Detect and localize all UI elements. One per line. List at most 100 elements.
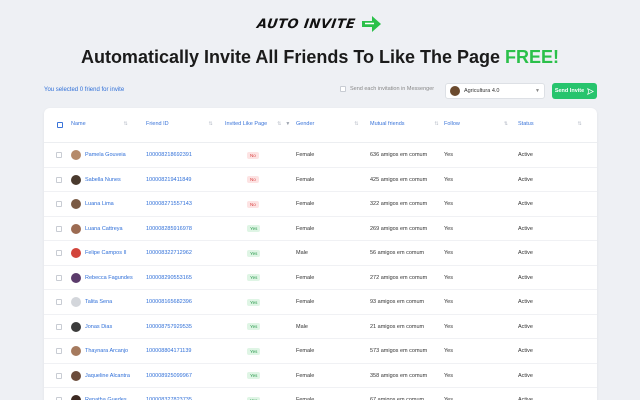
- column-header-follow[interactable]: Follow ⇅: [444, 121, 508, 127]
- send-invite-label: Send Invite: [554, 88, 585, 94]
- column-header-status[interactable]: Status ⇅: [518, 121, 582, 127]
- column-header-mutual[interactable]: Mutual friends ⇅: [370, 121, 439, 127]
- gender-cell: Male: [296, 250, 308, 257]
- friend-id-link[interactable]: 100008271557143: [146, 201, 192, 207]
- row-checkbox-cell[interactable]: [56, 290, 62, 315]
- friend-id-link[interactable]: 100008757929535: [146, 324, 192, 330]
- name-cell: Jonas Dias: [71, 315, 112, 340]
- friend-id-link[interactable]: 100008165682396: [146, 299, 192, 305]
- filter-icon[interactable]: ▼: [285, 121, 290, 127]
- friend-name-link[interactable]: Jonas Dias: [85, 324, 112, 330]
- table-row[interactable]: Luana Lima 100008271557143 No Female 322 ami…: [44, 192, 597, 217]
- row-checkbox-cell[interactable]: [56, 217, 62, 242]
- friend-id-link[interactable]: 100008804171139: [146, 348, 191, 354]
- follow-cell: Yes: [444, 372, 453, 379]
- table-row[interactable]: Pamela Gouveia 100008218692391 No Female 636…: [44, 143, 597, 168]
- gender-cell: Male: [296, 323, 308, 330]
- name-cell: Talita Sena: [71, 290, 112, 315]
- send-invite-button[interactable]: Send Invite: [552, 83, 597, 99]
- friend-id-link[interactable]: 100008322712962: [146, 250, 192, 256]
- row-checkbox[interactable]: [56, 274, 62, 281]
- invited-badge: Yes: [247, 347, 261, 355]
- row-checkbox-cell[interactable]: [56, 266, 62, 291]
- table-row[interactable]: Jonas Dias 100008757929535 Yes Male 21 amigo…: [44, 315, 597, 340]
- friend-name-link[interactable]: Pamela Gouveia: [85, 152, 126, 158]
- table-header: Name ⇅ Friend ID ⇅ Invited Like Page ⇅ ▼ Gen…: [44, 108, 597, 143]
- friend-id-link[interactable]: 100008285916978: [146, 226, 192, 232]
- page-avatar: [450, 86, 460, 96]
- row-checkbox[interactable]: [56, 176, 62, 183]
- status-cell: Active: [518, 152, 533, 159]
- arrow-logo-icon: [362, 16, 382, 32]
- status-cell: Active: [518, 348, 533, 355]
- name-cell: Jaqueline Alcantra: [71, 364, 130, 389]
- column-header-friend-id[interactable]: Friend ID ⇅: [146, 121, 213, 127]
- table-row[interactable]: Luana Cattreya 100008285916978 Yes Female 26…: [44, 217, 597, 242]
- mutual-friends-cell: 573 amigos em comum: [370, 348, 428, 355]
- friend-name-link[interactable]: Rebecca Fagundes: [85, 275, 133, 281]
- name-cell: Thaynara Arcanjo: [71, 339, 128, 364]
- friend-name-link[interactable]: Jaqueline Alcantra: [85, 373, 130, 379]
- table-row[interactable]: Felipe Campos II 100008322712962 Yes Male 56…: [44, 241, 597, 266]
- select-all-checkbox[interactable]: [57, 122, 63, 128]
- friend-name-link[interactable]: Luana Lima: [85, 201, 114, 207]
- friend-name-link[interactable]: Luana Cattreya: [85, 226, 123, 232]
- column-header-name[interactable]: Name ⇅: [71, 121, 128, 127]
- row-checkbox-cell[interactable]: [56, 388, 62, 400]
- invited-badge: Yes: [247, 274, 261, 282]
- friend-id-cell: 100008925099967: [146, 364, 192, 389]
- status-cell: Active: [518, 323, 533, 330]
- row-checkbox-cell[interactable]: [56, 315, 62, 340]
- page-select[interactable]: Agricultura 4.0 ▼: [445, 83, 545, 99]
- row-checkbox-cell[interactable]: [56, 339, 62, 364]
- name-cell: Luana Lima: [71, 192, 114, 217]
- row-checkbox[interactable]: [56, 250, 62, 257]
- column-header-invited[interactable]: Invited Like Page ⇅ ▼: [225, 121, 290, 127]
- table-row[interactable]: Rebecca Fagundes 100008290553165 Yes Female…: [44, 266, 597, 291]
- row-checkbox[interactable]: [56, 323, 62, 330]
- gender-cell: Female: [296, 348, 315, 355]
- follow-cell: Yes: [444, 250, 453, 257]
- page-name: Agricultura 4.0: [464, 88, 500, 94]
- status-cell: Active: [518, 176, 533, 183]
- name-cell: Luana Cattreya: [71, 217, 123, 242]
- row-checkbox-cell[interactable]: [56, 192, 62, 217]
- row-checkbox[interactable]: [56, 225, 62, 232]
- headline-free: FREE!: [505, 47, 560, 67]
- friend-name-link[interactable]: Thaynara Arcanjo: [85, 348, 128, 354]
- table-row[interactable]: Renatha Guedes 100008327823735 Yes Female 67…: [44, 388, 597, 400]
- friend-id-link[interactable]: 100008925099967: [146, 373, 192, 379]
- friend-id-link[interactable]: 100008290553165: [146, 275, 192, 281]
- row-checkbox[interactable]: [56, 372, 62, 379]
- row-checkbox-cell[interactable]: [56, 143, 62, 168]
- friend-name-link[interactable]: Talita Sena: [85, 299, 112, 305]
- table-row[interactable]: Talita Sena 100008165682396 Yes Female 93 am…: [44, 290, 597, 315]
- column-header-gender[interactable]: Gender ⇅: [296, 121, 359, 127]
- row-checkbox[interactable]: [56, 201, 62, 208]
- row-checkbox[interactable]: [56, 348, 62, 355]
- friend-name-link[interactable]: Felipe Campos II: [85, 250, 127, 256]
- status-cell: Active: [518, 372, 533, 379]
- avatar: [71, 199, 81, 210]
- row-checkbox-cell[interactable]: [56, 241, 62, 266]
- mutual-friends-cell: 93 amigos em comum: [370, 299, 425, 306]
- friend-id-cell: 100008218692391: [146, 143, 192, 168]
- mutual-friends-cell: 636 amigos em comum: [370, 152, 428, 159]
- row-checkbox-cell[interactable]: [56, 364, 62, 389]
- table-row[interactable]: Thaynara Arcanjo 100008804171139 Yes Female…: [44, 339, 597, 364]
- table-row[interactable]: Jaqueline Alcantra 100008925099967 Yes Fema…: [44, 364, 597, 389]
- friends-table: Name ⇅ Friend ID ⇅ Invited Like Page ⇅ ▼ Gen…: [44, 108, 597, 400]
- sort-icon: ⇅: [277, 121, 282, 127]
- row-checkbox[interactable]: [56, 152, 62, 159]
- friend-id-link[interactable]: 100008218692391: [146, 152, 192, 158]
- row-checkbox-cell[interactable]: [56, 168, 62, 193]
- row-checkbox[interactable]: [56, 299, 62, 306]
- friend-name-link[interactable]: Sabella Nunes: [85, 177, 121, 183]
- friend-id-cell: 100008327823735: [146, 388, 192, 400]
- friend-id-link[interactable]: 100008219411849: [146, 177, 191, 183]
- gender-cell: Female: [296, 299, 315, 306]
- invited-cell: Yes: [247, 217, 261, 242]
- table-row[interactable]: Sabella Nunes 100008219411849 No Female 425 …: [44, 168, 597, 193]
- messenger-checkbox[interactable]: [340, 86, 346, 92]
- messenger-option[interactable]: Send each invitation in Messenger: [340, 86, 434, 92]
